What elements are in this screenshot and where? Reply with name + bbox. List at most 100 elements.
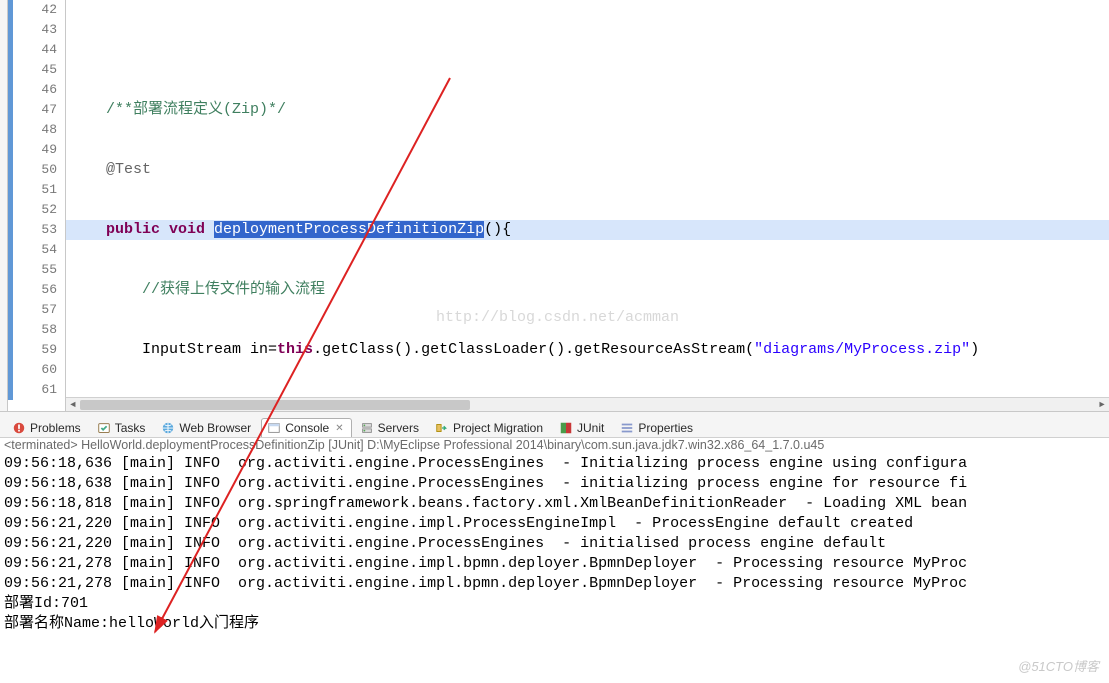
- line-number: 52: [13, 200, 65, 220]
- tab-servers[interactable]: Servers: [354, 418, 427, 437]
- line-number: 51: [13, 180, 65, 200]
- line-number: 58: [13, 320, 65, 340]
- line-number: 60: [13, 360, 65, 380]
- console-line: 部署Id:701: [4, 594, 1105, 614]
- gutter-line[interactable]: 59: [8, 340, 65, 360]
- tab-label: Properties: [638, 421, 693, 435]
- code-body[interactable]: /**部署流程定义(Zip)*/ @Test public void deplo…: [66, 0, 1109, 411]
- close-icon[interactable]: ✕: [335, 423, 343, 434]
- tab-label: Web Browser: [179, 421, 251, 435]
- line-number: 59: [13, 340, 65, 360]
- problems-icon: [12, 421, 26, 435]
- line-number: 48: [13, 120, 65, 140]
- console-launch-header: <terminated> HelloWorld.deploymentProces…: [0, 438, 1109, 452]
- line-number: 42: [13, 0, 65, 20]
- migration-icon: [435, 421, 449, 435]
- editor-ruler: [0, 0, 8, 411]
- gutter-line[interactable]: 45: [8, 60, 65, 80]
- gutter-line[interactable]: 47: [8, 100, 65, 120]
- gutter-line[interactable]: 52: [8, 200, 65, 220]
- tab-label: Project Migration: [453, 421, 543, 435]
- horizontal-scrollbar[interactable]: ◄ ►: [66, 397, 1109, 411]
- properties-icon: [620, 421, 634, 435]
- views-tab-bar[interactable]: Problems Tasks Web Browser Console ✕ Ser…: [0, 412, 1109, 438]
- line-number: 49: [13, 140, 65, 160]
- gutter-line[interactable]: 43: [8, 20, 65, 40]
- keyword: this: [277, 341, 313, 358]
- keyword: public void: [70, 221, 214, 238]
- tab-console[interactable]: Console ✕: [261, 418, 351, 437]
- console-line: 09:56:21,220 [main] INFO org.activiti.en…: [4, 514, 1105, 534]
- tab-label: Console: [285, 421, 329, 435]
- console-line: 09:56:21,278 [main] INFO org.activiti.en…: [4, 554, 1105, 574]
- gutter-line[interactable]: 54: [8, 240, 65, 260]
- line-number: 43: [13, 20, 65, 40]
- line-number: 45: [13, 60, 65, 80]
- tab-problems[interactable]: Problems: [6, 418, 89, 437]
- bottom-panel: Problems Tasks Web Browser Console ✕ Ser…: [0, 412, 1109, 683]
- code-text: ): [970, 341, 979, 358]
- tab-junit[interactable]: JUnit: [553, 418, 612, 437]
- gutter-line[interactable]: 42: [8, 0, 65, 20]
- tab-label: Problems: [30, 421, 81, 435]
- tab-properties[interactable]: Properties: [614, 418, 701, 437]
- tab-tasks[interactable]: Tasks: [91, 418, 154, 437]
- gutter-line[interactable]: 60: [8, 360, 65, 380]
- line-number: 56: [13, 280, 65, 300]
- line-number: 57: [13, 300, 65, 320]
- console-line: 09:56:21,220 [main] INFO org.activiti.en…: [4, 534, 1105, 554]
- gutter-line[interactable]: 61: [8, 380, 65, 400]
- gutter-line[interactable]: 48: [8, 120, 65, 140]
- line-number: 61: [13, 380, 65, 400]
- scroll-right-arrow-icon[interactable]: ►: [1095, 398, 1109, 412]
- tab-project-migration[interactable]: Project Migration: [429, 418, 551, 437]
- gutter-line[interactable]: 57: [8, 300, 65, 320]
- watermark-text: http://blog.csdn.net/acmman: [436, 308, 679, 328]
- gutter-line[interactable]: 56: [8, 280, 65, 300]
- junit-icon: [559, 421, 573, 435]
- javadoc-comment: /**部署流程定义(Zip)*/: [70, 101, 286, 118]
- tab-label: Servers: [378, 421, 419, 435]
- site-watermark: @51CTO博客: [1018, 656, 1099, 675]
- code-text: InputStream in=: [70, 341, 277, 358]
- tab-web-browser[interactable]: Web Browser: [155, 418, 259, 437]
- line-number: 47: [13, 100, 65, 120]
- code-text: [70, 41, 106, 58]
- console-icon: [267, 421, 281, 435]
- scrollbar-thumb[interactable]: [80, 400, 470, 410]
- code-editor[interactable]: 4243444546474849505152535455565758596061…: [0, 0, 1109, 412]
- selected-method-name: deploymentProcessDefinitionZip: [214, 221, 484, 238]
- console-line: 09:56:18,818 [main] INFO org.springframe…: [4, 494, 1105, 514]
- line-number: 53: [13, 220, 65, 240]
- string-literal: "diagrams/MyProcess.zip": [754, 341, 970, 358]
- code-text: (){: [484, 221, 511, 238]
- gutter-line[interactable]: 44: [8, 40, 65, 60]
- console-line: 09:56:18,638 [main] INFO org.activiti.en…: [4, 474, 1105, 494]
- console-line: 09:56:21,278 [main] INFO org.activiti.en…: [4, 574, 1105, 594]
- editor-gutter[interactable]: 4243444546474849505152535455565758596061: [8, 0, 66, 411]
- console-line: 09:56:18,636 [main] INFO org.activiti.en…: [4, 454, 1105, 474]
- gutter-line[interactable]: 50: [8, 160, 65, 180]
- console-output[interactable]: 09:56:18,636 [main] INFO org.activiti.en…: [0, 452, 1109, 636]
- tasks-icon: [97, 421, 111, 435]
- gutter-line[interactable]: 53: [8, 220, 65, 240]
- tab-label: Tasks: [115, 421, 146, 435]
- servers-icon: [360, 421, 374, 435]
- gutter-line[interactable]: 58: [8, 320, 65, 340]
- gutter-line[interactable]: 55: [8, 260, 65, 280]
- gutter-line[interactable]: 46: [8, 80, 65, 100]
- annotation: @Test: [70, 161, 151, 178]
- line-number: 55: [13, 260, 65, 280]
- highlighted-line[interactable]: public void deploymentProcessDefinitionZ…: [66, 220, 1109, 240]
- scroll-left-arrow-icon[interactable]: ◄: [66, 398, 80, 412]
- code-text: .getClass().getClassLoader().getResource…: [313, 341, 754, 358]
- line-number: 46: [13, 80, 65, 100]
- tab-label: JUnit: [577, 421, 604, 435]
- comment: //获得上传文件的输入流程: [70, 281, 325, 298]
- line-number: 44: [13, 40, 65, 60]
- line-number: 54: [13, 240, 65, 260]
- line-number: 50: [13, 160, 65, 180]
- gutter-line[interactable]: 49: [8, 140, 65, 160]
- globe-icon: [161, 421, 175, 435]
- gutter-line[interactable]: 51: [8, 180, 65, 200]
